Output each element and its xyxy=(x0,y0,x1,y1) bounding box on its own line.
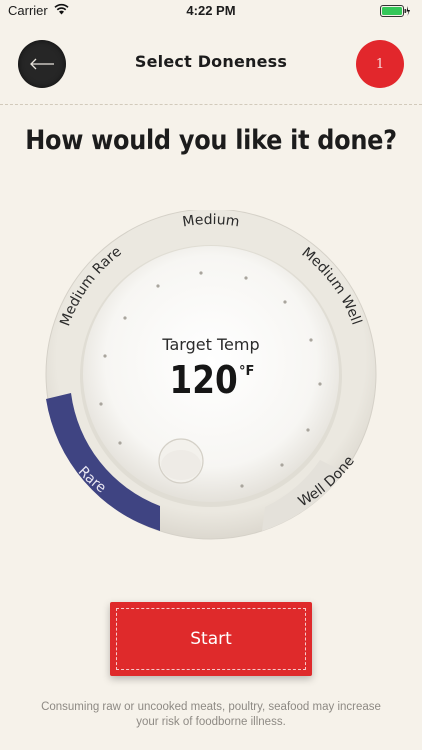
start-button[interactable]: Start xyxy=(110,602,312,676)
question-heading: How would you like it done? xyxy=(25,124,397,156)
label-medium[interactable]: Medium xyxy=(181,212,240,230)
food-safety-disclaimer: Consuming raw or uncooked meats, poultry… xyxy=(41,701,381,728)
nav-bar: Select Doneness 1 xyxy=(0,22,422,105)
badge-count: 1 xyxy=(375,56,385,72)
doneness-dial[interactable]: Medium Rare Medium Medium Well Rare Well… xyxy=(0,208,422,540)
charging-icon xyxy=(406,6,410,16)
badge-button[interactable]: 1 xyxy=(356,40,404,88)
target-temp-value: 120 xyxy=(169,358,238,402)
start-button-label: Start xyxy=(116,608,306,670)
target-temp-unit: °F xyxy=(238,364,255,379)
target-temp-label: Target Temp xyxy=(162,335,260,354)
battery-icon xyxy=(380,5,410,17)
target-temp: 120 °F xyxy=(0,358,422,402)
clock: 4:22 PM xyxy=(186,3,236,18)
status-bar: Carrier 4:22 PM xyxy=(0,0,422,22)
